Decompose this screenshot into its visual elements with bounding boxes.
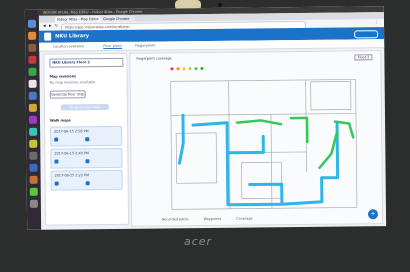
launcher-icon[interactable] [29, 163, 38, 172]
checkbox-icon[interactable] [54, 137, 59, 142]
checkbox-icon[interactable] [85, 181, 90, 186]
legend-item: Recorded paths [162, 217, 189, 222]
launcher-icon[interactable] [28, 79, 37, 88]
launcher-icon[interactable] [27, 19, 37, 28]
reload-icon[interactable]: ↻ [55, 24, 58, 28]
device-logo: acer [184, 235, 213, 248]
laptop-screen: INDOOR ATLAS: Map Editor - Indoor Atlas … [24, 6, 387, 230]
tab-floor-plans[interactable]: Floor plans [103, 43, 122, 50]
menu-icon[interactable]: ⋮ [375, 20, 378, 24]
app-title[interactable]: NKU Library [55, 33, 89, 39]
tab-fingerprints[interactable]: Fingerprints [135, 44, 155, 48]
launcher-icon[interactable] [29, 187, 38, 196]
map-revisions-status: No map revisions available [49, 80, 96, 85]
walk-time: 2017-06-15 2:22 PM [54, 173, 90, 178]
launcher-icon[interactable] [28, 31, 37, 40]
walk-maps-heading: Walk maps [49, 118, 71, 123]
checkbox-icon[interactable] [85, 159, 90, 164]
app-logo-icon [44, 32, 52, 41]
walk-card[interactable]: 2017-06-15 2:40 PM [50, 147, 123, 169]
launcher-icon[interactable] [28, 91, 37, 100]
checkbox-icon[interactable] [54, 181, 59, 186]
walk-time: 2017-06-15 2:40 PM [54, 151, 89, 156]
legend-item: Coverage [236, 216, 253, 221]
tab-location-overview[interactable]: Location overview [53, 44, 84, 48]
floor-plan-svg [170, 79, 358, 210]
laptop-photo: INDOOR ATLAS: Map Editor - Indoor Atlas … [0, 0, 410, 272]
launcher-icon[interactable] [29, 139, 38, 148]
floor-select[interactable]: NKU Library Floor 2 [49, 57, 124, 68]
walk-card[interactable]: 2017-06-15 2:58 PM [50, 125, 123, 147]
webcam [218, 3, 222, 7]
account-button[interactable] [354, 30, 379, 39]
checkbox-icon[interactable] [85, 137, 90, 142]
launcher-icon[interactable] [28, 55, 37, 64]
regenerate-button[interactable]: Re-generate maps [60, 104, 109, 111]
generate-map-button[interactable]: Generate floor map [49, 90, 86, 99]
walk-time: 2017-06-15 2:58 PM [54, 129, 89, 134]
back-icon[interactable]: ◀ [43, 24, 46, 28]
walk-card[interactable]: 2017-06-15 2:22 PM [50, 169, 123, 191]
launcher-icon[interactable] [29, 151, 38, 160]
floor-side-panel: NKU Library Floor 2 Map revisions No map… [43, 52, 130, 226]
launcher-icon[interactable] [29, 175, 38, 184]
launcher-icon[interactable] [28, 43, 37, 52]
launcher-icon[interactable] [29, 199, 38, 208]
floor-map-viewer[interactable]: Fingerprint coverage Floor 2 Recorded pa… [129, 50, 384, 227]
checkbox-icon[interactable] [54, 159, 59, 164]
launcher-icon[interactable] [28, 67, 37, 76]
forward-icon[interactable]: ▶ [49, 24, 52, 28]
fab-action-button[interactable]: + [367, 209, 379, 220]
launcher-icon[interactable] [29, 127, 38, 136]
map-revisions-heading: Map revisions [49, 74, 77, 79]
legend-item: Waypoints [203, 216, 222, 222]
walk-path-blue [177, 113, 340, 207]
launcher-icon[interactable] [28, 115, 38, 124]
launcher-icon[interactable] [28, 103, 37, 112]
